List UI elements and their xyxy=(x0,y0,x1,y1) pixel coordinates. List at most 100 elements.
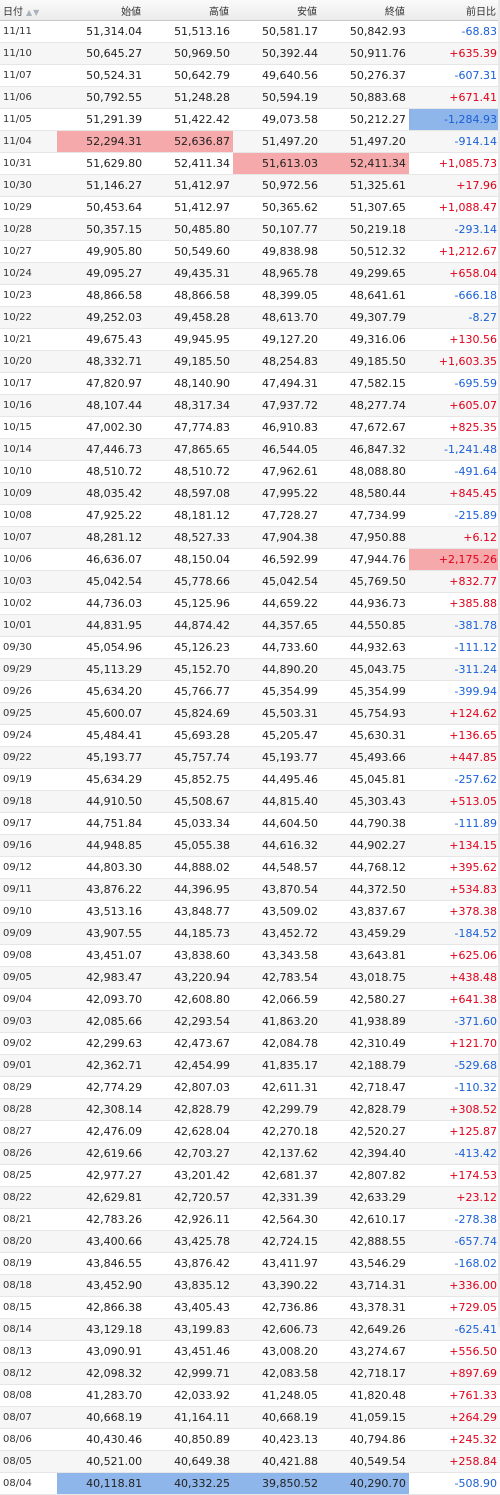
table-row: 09/04 42,093.70 42,608.80 42,066.59 42,580.2… xyxy=(0,988,500,1011)
cell-close: 42,394.40 xyxy=(320,1142,409,1165)
cell-high: 45,757.74 xyxy=(145,746,234,769)
column-header-low[interactable]: 安値 xyxy=(233,0,321,21)
cell-change: +1,603.35 xyxy=(408,350,500,373)
cell-close: 42,310.49 xyxy=(320,1032,409,1055)
cell-date: 10/24 xyxy=(0,262,58,285)
cell-date: 09/08 xyxy=(0,944,58,967)
cell-high: 43,199.83 xyxy=(145,1318,234,1341)
cell-date: 08/27 xyxy=(0,1120,58,1143)
cell-change: -110.32 xyxy=(408,1076,500,1099)
cell-open: 45,054.96 xyxy=(57,636,146,659)
table-row: 09/19 45,634.29 45,852.75 44,495.46 45,045.8… xyxy=(0,768,500,791)
cell-open: 42,774.29 xyxy=(57,1076,146,1099)
cell-high: 40,850.89 xyxy=(145,1428,234,1451)
cell-close: 43,274.67 xyxy=(320,1340,409,1363)
cell-change: +336.00 xyxy=(408,1274,500,1297)
cell-open: 50,453.64 xyxy=(57,196,146,219)
cell-date: 08/07 xyxy=(0,1406,58,1429)
cell-high: 42,473.67 xyxy=(145,1032,234,1055)
cell-close: 47,944.76 xyxy=(320,548,409,571)
cell-open: 42,476.09 xyxy=(57,1120,146,1143)
cell-change: +534.83 xyxy=(408,878,500,901)
table-row: 10/16 48,107.44 48,317.34 47,937.72 48,277.7… xyxy=(0,394,500,417)
cell-close: 45,043.75 xyxy=(320,658,409,681)
cell-date: 08/20 xyxy=(0,1230,58,1253)
table-row: 08/08 41,283.70 42,033.92 41,248.05 41,820.4… xyxy=(0,1384,500,1407)
cell-change: +308.52 xyxy=(408,1098,500,1121)
cell-open: 50,792.55 xyxy=(57,86,146,109)
cell-high: 45,125.96 xyxy=(145,592,234,615)
cell-change: +124.62 xyxy=(408,702,500,725)
cell-date: 09/17 xyxy=(0,812,58,835)
cell-change: -168.02 xyxy=(408,1252,500,1275)
cell-high: 45,152.70 xyxy=(145,658,234,681)
cell-close: 42,520.27 xyxy=(320,1120,409,1143)
cell-close: 42,828.79 xyxy=(320,1098,409,1121)
column-header-high[interactable]: 高値 xyxy=(145,0,234,21)
table-body: 11/11 51,314.04 51,513.16 50,581.17 50,842.9… xyxy=(0,20,500,1495)
cell-date: 10/22 xyxy=(0,306,58,329)
table-row: 09/17 44,751.84 45,033.34 44,604.50 44,790.3… xyxy=(0,812,500,835)
cell-close: 42,649.26 xyxy=(320,1318,409,1341)
table-row: 11/10 50,645.27 50,969.50 50,392.44 50,911.7… xyxy=(0,42,500,65)
cell-low: 40,423.13 xyxy=(233,1428,321,1451)
cell-low: 42,564.30 xyxy=(233,1208,321,1231)
table-row: 08/13 43,090.91 43,451.46 43,008.20 43,274.6… xyxy=(0,1340,500,1363)
cell-close: 44,768.12 xyxy=(320,856,409,879)
cell-close: 42,580.27 xyxy=(320,988,409,1011)
cell-open: 49,905.80 xyxy=(57,240,146,263)
cell-open: 48,866.58 xyxy=(57,284,146,307)
table-row: 09/12 44,803.30 44,888.02 44,548.57 44,768.1… xyxy=(0,856,500,879)
cell-high: 44,874.42 xyxy=(145,614,234,637)
column-header-date[interactable]: 日付 ▲▼ xyxy=(0,0,58,21)
cell-open: 51,146.27 xyxy=(57,174,146,197)
column-header-change[interactable]: 前日比 xyxy=(408,0,500,21)
cell-date: 10/23 xyxy=(0,284,58,307)
table-row: 10/15 47,002.30 47,774.83 46,910.83 47,672.6… xyxy=(0,416,500,439)
cell-open: 42,629.81 xyxy=(57,1186,146,1209)
cell-close: 42,718.17 xyxy=(320,1362,409,1385)
sort-arrows-icon[interactable]: ▲▼ xyxy=(26,8,40,17)
table-row: 11/04 52,294.31 52,636.87 51,497.20 51,497.2… xyxy=(0,130,500,153)
cell-low: 51,613.03 xyxy=(233,152,321,175)
cell-close: 45,493.66 xyxy=(320,746,409,769)
cell-change: +17.96 xyxy=(408,174,500,197)
table-row: 10/27 49,905.80 50,549.60 49,838.98 50,512.3… xyxy=(0,240,500,263)
cell-date: 08/04 xyxy=(0,1472,58,1495)
table-row: 10/29 50,453.64 51,412.97 50,365.62 51,307.6… xyxy=(0,196,500,219)
cell-close: 49,307.79 xyxy=(320,306,409,329)
table-row: 09/25 45,600.07 45,824.69 45,503.31 45,754.9… xyxy=(0,702,500,725)
table-row: 08/22 42,629.81 42,720.57 42,331.39 42,633.2… xyxy=(0,1186,500,1209)
cell-open: 48,510.72 xyxy=(57,460,146,483)
cell-date: 09/30 xyxy=(0,636,58,659)
cell-change: +605.07 xyxy=(408,394,500,417)
cell-open: 42,085.66 xyxy=(57,1010,146,1033)
cell-high: 41,164.11 xyxy=(145,1406,234,1429)
cell-low: 49,640.56 xyxy=(233,64,321,87)
cell-change: +729.05 xyxy=(408,1296,500,1319)
cell-close: 42,610.17 xyxy=(320,1208,409,1231)
table-row: 09/18 44,910.50 45,508.67 44,815.40 45,303.4… xyxy=(0,790,500,813)
cell-date: 09/29 xyxy=(0,658,58,681)
table-row: 09/29 45,113.29 45,152.70 44,890.20 45,043.7… xyxy=(0,658,500,681)
cell-low: 50,392.44 xyxy=(233,42,321,65)
table-row: 08/20 43,400.66 43,425.78 42,724.15 42,888.5… xyxy=(0,1230,500,1253)
cell-change: +1,088.47 xyxy=(408,196,500,219)
column-header-open[interactable]: 始値 xyxy=(57,0,146,21)
cell-open: 44,910.50 xyxy=(57,790,146,813)
column-header-close[interactable]: 終値 xyxy=(320,0,409,21)
cell-open: 51,629.80 xyxy=(57,152,146,175)
cell-change: +641.38 xyxy=(408,988,500,1011)
table-row: 09/10 43,513.16 43,848.77 43,509.02 43,837.6… xyxy=(0,900,500,923)
cell-change: -215.89 xyxy=(408,504,500,527)
cell-low: 50,594.19 xyxy=(233,86,321,109)
cell-low: 49,838.98 xyxy=(233,240,321,263)
cell-low: 42,681.37 xyxy=(233,1164,321,1187)
cell-close: 47,950.88 xyxy=(320,526,409,549)
cell-low: 42,783.54 xyxy=(233,966,321,989)
cell-date: 09/18 xyxy=(0,790,58,813)
cell-date: 10/28 xyxy=(0,218,58,241)
cell-low: 44,604.50 xyxy=(233,812,321,835)
cell-open: 47,820.97 xyxy=(57,372,146,395)
cell-high: 51,412.97 xyxy=(145,196,234,219)
